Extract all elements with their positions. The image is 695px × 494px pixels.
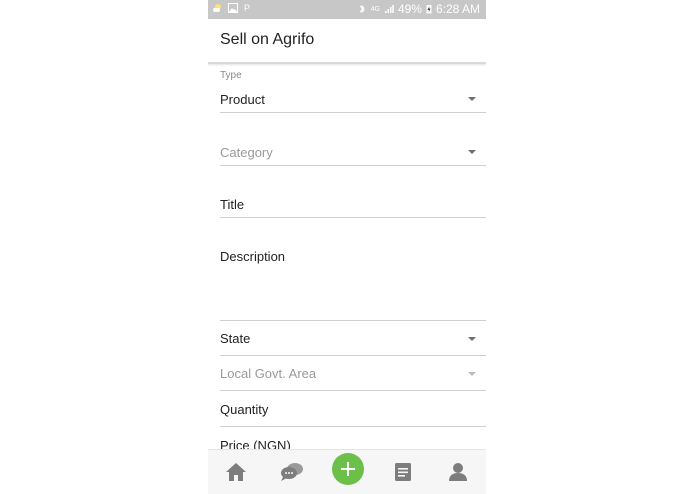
battery-icon xyxy=(426,5,432,14)
image-icon xyxy=(228,3,238,13)
title-input[interactable]: Title xyxy=(220,166,486,218)
lga-dropdown-icon xyxy=(468,372,476,376)
lga-select[interactable]: Local Govt. Area xyxy=(220,356,486,391)
network-type: 4G xyxy=(370,5,380,13)
bottom-nav xyxy=(208,449,486,494)
state-dropdown-icon xyxy=(468,337,476,341)
status-left: P xyxy=(212,3,250,13)
quantity-label: Quantity xyxy=(220,402,269,417)
category-placeholder: Category xyxy=(220,145,273,160)
lga-placeholder: Local Govt. Area xyxy=(220,366,317,381)
description-input[interactable]: Description xyxy=(220,218,486,321)
state-label: State xyxy=(220,331,251,346)
type-select[interactable]: Type Product xyxy=(220,70,486,113)
home-icon xyxy=(226,463,246,481)
title-label: Title xyxy=(220,197,245,212)
bluetooth-icon xyxy=(359,4,365,14)
category-dropdown-icon xyxy=(468,150,476,154)
signal-icon xyxy=(384,5,394,13)
type-label: Type xyxy=(220,70,242,81)
nav-orders[interactable] xyxy=(389,458,417,486)
document-icon xyxy=(395,463,411,481)
type-dropdown-icon xyxy=(468,97,476,101)
nav-chat[interactable] xyxy=(278,458,306,486)
type-value: Product xyxy=(220,92,265,107)
app-bar: Sell on Agrifo xyxy=(208,19,486,64)
add-icon xyxy=(341,462,355,476)
description-label: Description xyxy=(220,249,286,264)
state-select[interactable]: State xyxy=(220,321,486,356)
category-select[interactable]: Category xyxy=(220,113,486,166)
weather-icon xyxy=(213,4,221,12)
nav-profile[interactable] xyxy=(444,458,472,486)
status-letter: P xyxy=(244,3,251,13)
add-listing-button[interactable] xyxy=(332,453,364,485)
page-title: Sell on Agrifo xyxy=(220,31,315,48)
phone-screen: P 4G 49% 6:28 AM Sell on Agrifo Type Pro… xyxy=(208,0,486,494)
status-time: 6:28 AM xyxy=(435,2,480,16)
status-bar: P 4G 49% 6:28 AM xyxy=(208,0,486,19)
nav-home[interactable] xyxy=(222,458,250,486)
quantity-input[interactable]: Quantity xyxy=(220,391,486,427)
profile-icon xyxy=(449,463,467,481)
battery-percent: 49% xyxy=(397,2,422,16)
status-right: 4G 49% 6:28 AM xyxy=(357,2,480,16)
chat-icon xyxy=(281,463,303,481)
